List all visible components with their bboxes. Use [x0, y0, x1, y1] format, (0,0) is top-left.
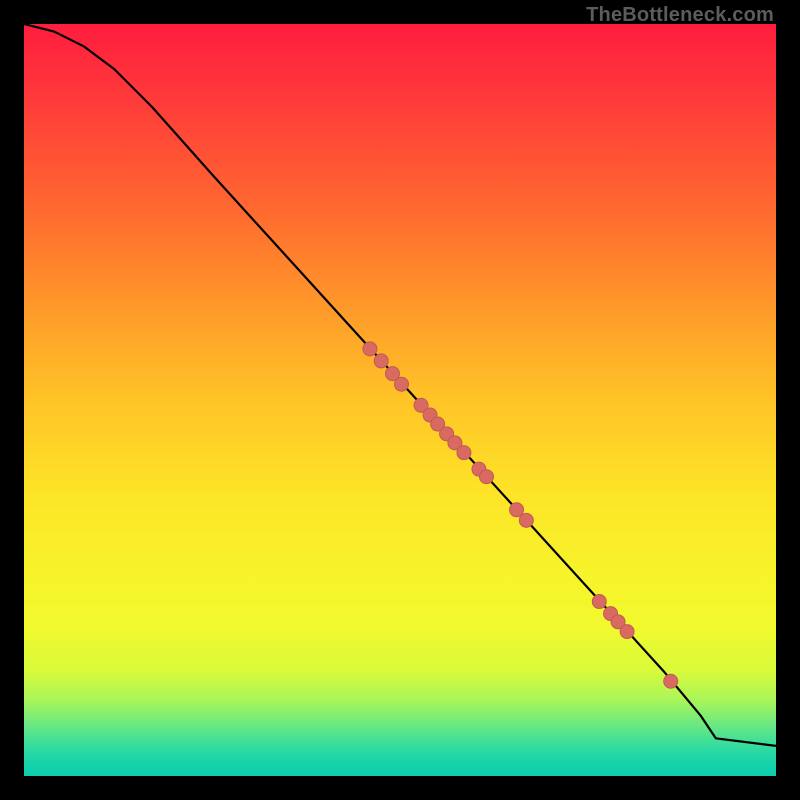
data-marker — [620, 625, 634, 639]
data-marker — [363, 342, 377, 356]
data-marker — [519, 513, 533, 527]
data-marker — [664, 674, 678, 688]
data-marker — [457, 446, 471, 460]
plot-area — [24, 24, 776, 776]
chart-overlay — [24, 24, 776, 776]
chart-stage: TheBottleneck.com — [0, 0, 800, 800]
data-marker — [374, 354, 388, 368]
data-marker — [479, 470, 493, 484]
data-marker — [395, 377, 409, 391]
data-marker — [592, 595, 606, 609]
